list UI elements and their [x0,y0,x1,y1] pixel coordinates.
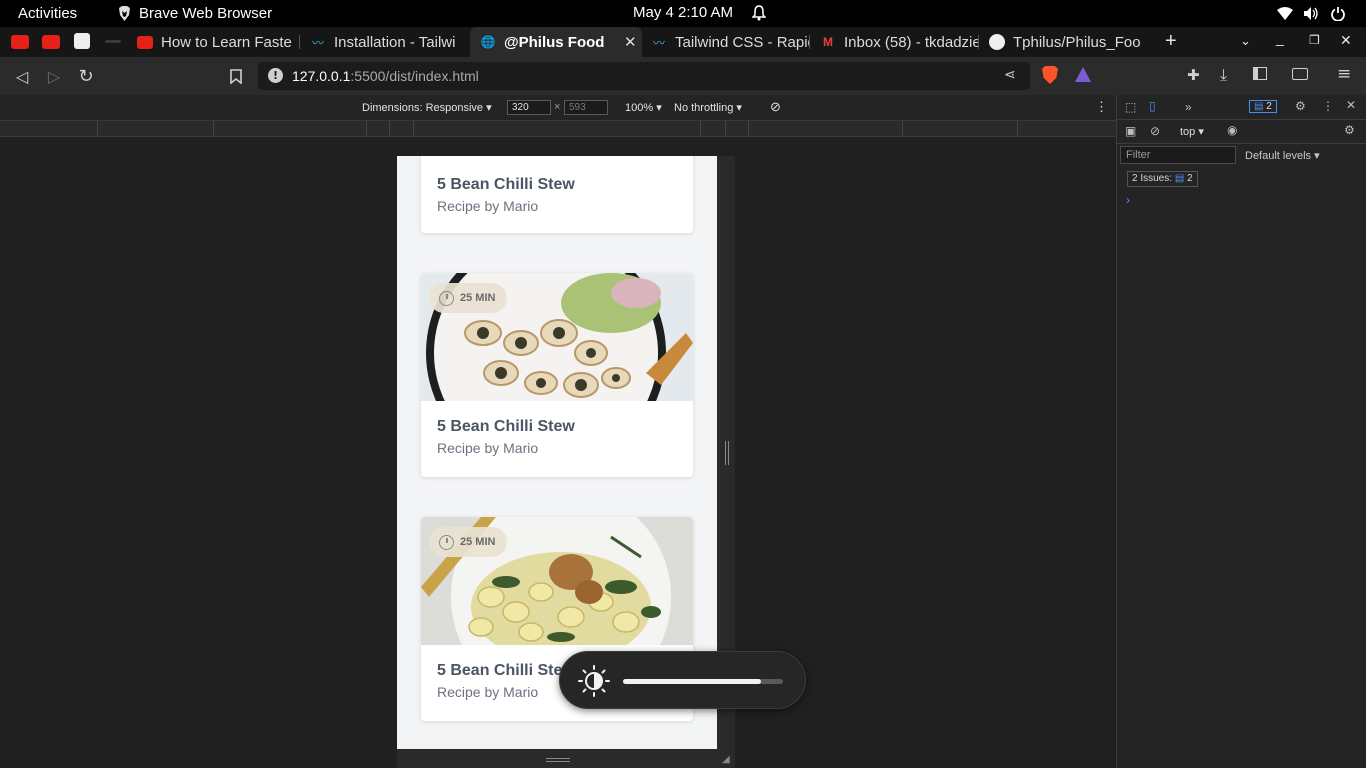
gmail-icon: M [823,35,833,49]
back-icon[interactable]: ◁ [12,66,32,86]
recipe-title: 5 Bean Chilli Stew [437,662,575,679]
site-info-icon[interactable]: ! [268,68,283,83]
cook-time-badge: 25 MIN [429,527,508,557]
viewport-resize-handle-bottom[interactable]: ◢ [397,749,735,768]
wifi-icon[interactable] [1277,7,1293,20]
device-toggle-icon[interactable]: ▯ [1149,99,1156,113]
restore-window-icon[interactable]: ❐ [1309,33,1320,47]
tab-search-chevron-icon[interactable]: ⌄ [1240,33,1251,49]
brave-shields-icon[interactable] [1042,66,1058,84]
cook-time-text: 25 MIN [460,536,496,548]
customize-menu-icon[interactable]: ⋮ [1322,99,1334,113]
brave-lion-icon [119,6,130,21]
pinned-tab-youtube-icon[interactable] [42,35,60,49]
more-options-icon[interactable]: ⋮ [1095,99,1108,115]
height-input[interactable]: 593 [564,100,608,115]
address-bar[interactable]: ! 127.0.0.1:5500/dist/index.html ⋖ [258,62,1030,90]
dimensions-dropdown[interactable]: Dimensions: Responsive ▾ [362,101,492,114]
device-toolbar: Dimensions: Responsive ▾ 320 × 593 100% … [0,95,1116,120]
downloads-icon[interactable]: ⤓ [1220,65,1227,85]
clock[interactable]: May 4 2:10 AM [633,4,733,21]
system-top-bar: Activities Brave Web Browser May 4 2:10 … [0,0,1366,27]
inspect-element-icon[interactable]: ⬚ [1125,100,1136,114]
tab-gmail-inbox[interactable]: M Inbox (58) - tkdadzie [810,27,978,57]
issues-counter-badge[interactable]: ▤ 2 [1249,100,1277,113]
tailwind-icon: 〰 [311,35,324,50]
tab-how-to-learn[interactable]: How to Learn Faste [127,27,299,57]
sidebar-toggle-icon[interactable]: ▣ [1125,124,1136,138]
tab-philus-food[interactable]: 🌐 @Philus Food ✕ [470,27,642,57]
bookmark-icon[interactable] [226,66,246,86]
tab-github-philus[interactable]: Tphilus/Philus_Foo [979,27,1147,57]
pinned-tab-page-icon[interactable] [74,33,90,49]
more-tabs-chevron-icon[interactable]: » [1185,100,1192,114]
console-settings-gear-icon[interactable]: ⚙ [1344,123,1355,137]
sidebar-toggle-icon[interactable] [1253,67,1267,80]
clock-icon [439,290,454,306]
dimension-times: × [554,101,561,113]
recipe-image-gnocchi: 25 MIN [421,517,693,645]
share-icon[interactable]: ⋖ [1004,67,1016,83]
close-window-icon[interactable]: ✕ [1340,32,1352,49]
volume-icon[interactable] [1303,6,1319,21]
devtools-console-panel: ⬚ ▯ » ▤ 2 ⚙ ⋮ ✕ ▣ ⊘ top ▾ ◉ ⚙ Filter Def… [1116,95,1366,768]
media-query-ruler [0,120,1116,137]
console-prompt-chevron-icon[interactable]: › [1126,193,1130,207]
recipe-title: 5 Bean Chilli Stew [437,176,575,193]
tab-strip: How to Learn Faste 〰 Installation - Tail… [0,27,1366,57]
pinned-tab-dark-icon[interactable] [105,40,121,43]
log-levels-dropdown[interactable]: Default levels ▾ [1245,149,1320,162]
clear-console-icon[interactable]: ⊘ [1150,124,1160,138]
tab-tailwind-rapid[interactable]: 〰 Tailwind CSS - Rapid [641,27,809,57]
brightness-level-bar [623,679,783,684]
reload-icon[interactable]: ↻ [76,66,96,87]
recipe-author: Recipe by Mario [437,440,539,456]
context-selector[interactable]: top ▾ [1180,125,1204,138]
navigation-toolbar: ◁ ▷ ↻ ! 127.0.0.1:5500/dist/index.html ⋖… [0,57,1366,95]
console-toolbar: ▣ ⊘ top ▾ ◉ ⚙ [1117,120,1366,144]
recipe-card[interactable]: 5 Bean Chilli Stew Recipe by Mario [421,156,693,233]
github-icon [989,34,1005,50]
brightness-osd [559,651,806,709]
activities-button[interactable]: Activities [18,5,77,22]
devtools-tabbar: ⬚ ▯ » ▤ 2 ⚙ ⋮ ✕ [1117,95,1366,120]
minimize-icon[interactable]: _ [1276,30,1284,46]
tab-installation-tailwind[interactable]: 〰 Installation - Tailwi [300,27,470,57]
wallet-icon[interactable] [1292,68,1308,80]
issues-link[interactable]: 2 Issues: ▤ 2 [1127,171,1198,187]
recipe-image-stuffed-rolls: 25 MIN [421,273,693,401]
recipe-author: Recipe by Mario [437,684,539,700]
resize-corner-icon[interactable]: ◢ [722,754,730,765]
live-expression-eye-icon[interactable]: ◉ [1227,123,1237,137]
width-input[interactable]: 320 [507,100,551,115]
brave-rewards-icon[interactable] [1075,67,1091,82]
brightness-icon [578,665,610,697]
url-text: 127.0.0.1:5500/dist/index.html [292,68,479,84]
forward-icon[interactable]: ▷ [44,66,64,86]
pinned-tab-youtube-icon[interactable] [11,35,29,49]
new-tab-plus-icon[interactable]: + [1165,30,1177,53]
close-devtools-icon[interactable]: ✕ [1346,98,1356,112]
clock-icon [439,534,454,550]
power-icon[interactable] [1330,6,1346,21]
recipe-title: 5 Bean Chilli Stew [437,418,575,435]
globe-icon: 🌐 [480,35,496,49]
close-tab-icon[interactable]: ✕ [624,33,637,51]
recipe-card[interactable]: 25 MIN 5 Bean Chilli Stew Recipe by Mari… [421,273,693,477]
throttling-dropdown[interactable]: No throttling ▾ [674,101,742,114]
brightness-level-fill [623,679,761,684]
cook-time-text: 25 MIN [460,292,496,304]
menu-hamburger-icon[interactable]: ≡ [1337,64,1351,84]
tailwind-icon: 〰 [652,35,665,50]
rotate-icon[interactable]: ⊘ [770,99,781,115]
notifications-bell-icon[interactable] [752,5,766,21]
console-filter-input[interactable]: Filter [1120,146,1236,164]
youtube-icon [137,34,153,50]
cook-time-badge: 25 MIN [429,283,508,313]
zoom-dropdown[interactable]: 100% ▾ [625,101,662,114]
settings-gear-icon[interactable]: ⚙ [1295,99,1306,113]
extensions-puzzle-icon[interactable]: ✚ [1187,66,1200,84]
recipe-author: Recipe by Mario [437,198,539,214]
app-menu[interactable]: Brave Web Browser [139,5,272,22]
